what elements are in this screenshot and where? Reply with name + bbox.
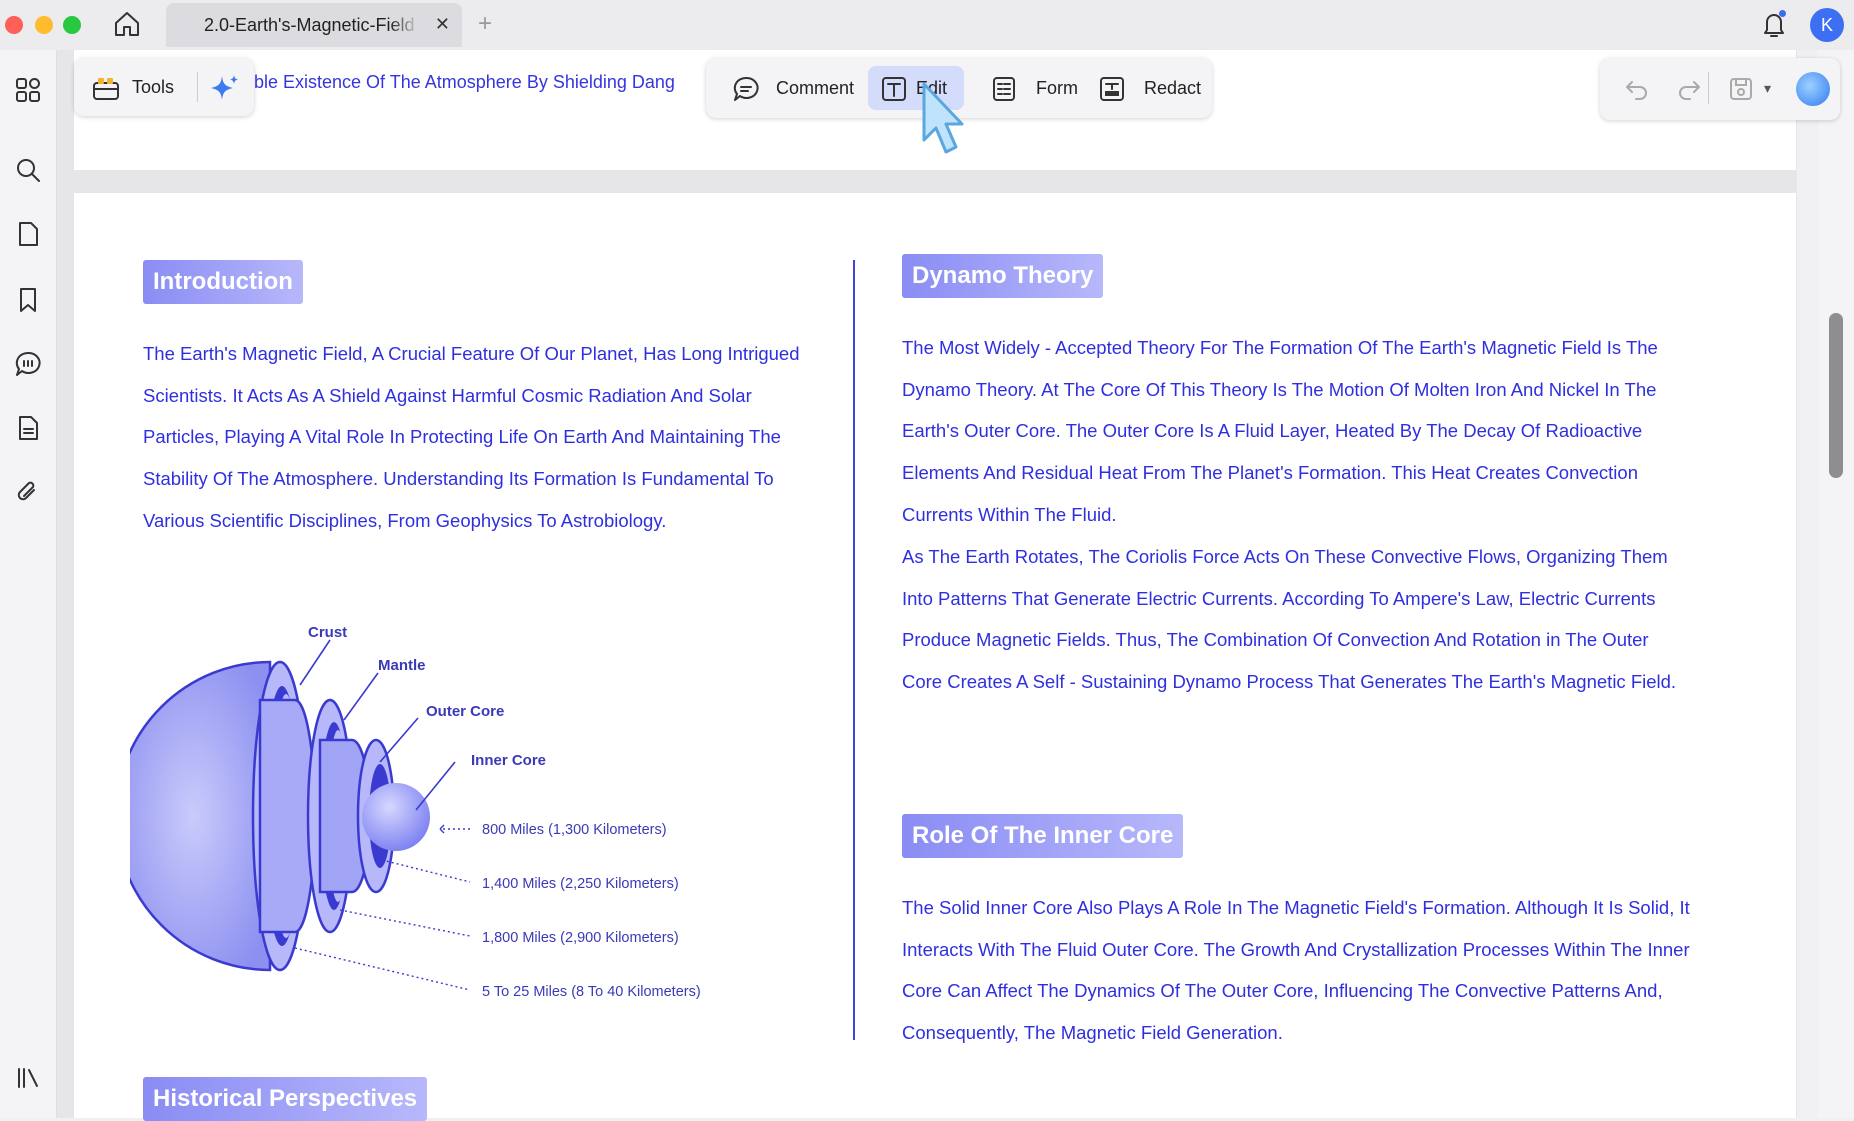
introduction-body: The Earth's Magnetic Field, A Crucial Fe…: [143, 343, 800, 531]
document-icon[interactable]: [14, 414, 42, 442]
toolbar-divider: [1708, 72, 1709, 104]
thumbnails-icon[interactable]: [14, 76, 42, 104]
inner-core-body: The Solid Inner Core Also Plays A Role I…: [902, 897, 1690, 1044]
redo-icon[interactable]: [1676, 76, 1702, 102]
dynamo-body-1: The Most Widely - Accepted Theory For Th…: [902, 337, 1658, 525]
comment-icon: [733, 76, 759, 101]
column-divider: [853, 260, 855, 1040]
title-bar: 2.0-Earth's-Magnetic-Field ✕ + K: [0, 0, 1854, 50]
comment-label: Comment: [776, 78, 855, 98]
undo-icon[interactable]: [1624, 76, 1650, 102]
comment-button[interactable]: Comment: [720, 66, 860, 110]
minimize-window-button[interactable]: [35, 16, 53, 34]
ai-sparkle-icon[interactable]: [208, 72, 242, 106]
tab-title: 2.0-Earth's-Magnetic-Field: [204, 15, 415, 35]
measurement-label: 800 Miles (1,300 Kilometers): [482, 822, 667, 838]
inner-core-ball: [362, 783, 430, 851]
search-icon[interactable]: [14, 156, 42, 184]
edit-text-icon: [882, 77, 906, 101]
panel-toggle-icon[interactable]: [14, 1064, 42, 1092]
measurement-label: 1,400 Miles (2,250 Kilometers): [482, 876, 679, 892]
form-label: Form: [1036, 78, 1078, 98]
redact-button[interactable]: Redact: [1086, 66, 1204, 110]
crust-label: Crust: [308, 624, 347, 641]
comment-list-icon[interactable]: [14, 350, 42, 378]
toolbox-icon: [93, 78, 119, 100]
redact-label: Redact: [1144, 78, 1202, 98]
toolbar-divider: [197, 72, 198, 102]
historical-perspectives-heading: Historical Perspectives: [143, 1077, 428, 1121]
document-tab[interactable]: 2.0-Earth's-Magnetic-Field ✕: [166, 3, 462, 47]
scrollbar-track[interactable]: [1818, 50, 1854, 1118]
home-icon[interactable]: [112, 9, 142, 39]
bookmark-icon[interactable]: [14, 286, 42, 314]
mantle-label: Mantle: [378, 657, 426, 674]
save-icon[interactable]: [1728, 76, 1754, 102]
mouse-cursor-icon: [922, 82, 964, 154]
outer-core-label: Outer Core: [426, 703, 504, 720]
history-toolbar: ▾: [1600, 58, 1840, 120]
form-icon: [993, 77, 1015, 101]
close-window-button[interactable]: [5, 16, 23, 34]
inner-core-label: Inner Core: [471, 752, 546, 769]
dynamo-body-2: As The Earth Rotates, The Coriolis Force…: [902, 546, 1677, 693]
dynamo-theory-heading: Dynamo Theory: [902, 254, 1104, 298]
pages-icon[interactable]: [14, 220, 42, 248]
new-tab-button[interactable]: +: [478, 10, 492, 38]
inner-core-heading: Role Of The Inner Core: [902, 814, 1184, 858]
introduction-heading: Introduction: [143, 260, 303, 304]
redact-icon: [1100, 77, 1124, 101]
measurement-label: 1,800 Miles (2,900 Kilometers): [482, 930, 679, 946]
attachment-icon[interactable]: [14, 478, 42, 506]
chevron-down-icon[interactable]: ▾: [1764, 80, 1771, 97]
avatar[interactable]: K: [1810, 8, 1844, 42]
ai-assistant-icon[interactable]: [1796, 72, 1830, 106]
earth-layers-diagram: Crust Mantle Outer Core Inner Core 800 M…: [130, 624, 701, 1000]
left-sidebar: [0, 50, 57, 1118]
page-header-text: ble Existence Of The Atmosphere By Shiel…: [254, 72, 675, 92]
tab-close-icon[interactable]: ✕: [435, 14, 450, 35]
tools-label[interactable]: Tools: [132, 77, 174, 98]
scrollbar-thumb[interactable]: [1829, 313, 1843, 478]
measurement-label: 5 To 25 Miles (8 To 40 Kilometers): [482, 984, 701, 1000]
form-button[interactable]: Form: [978, 66, 1078, 110]
zoom-window-button[interactable]: [63, 16, 81, 34]
crust-shell: [130, 660, 272, 972]
notification-dot: [1779, 10, 1786, 17]
